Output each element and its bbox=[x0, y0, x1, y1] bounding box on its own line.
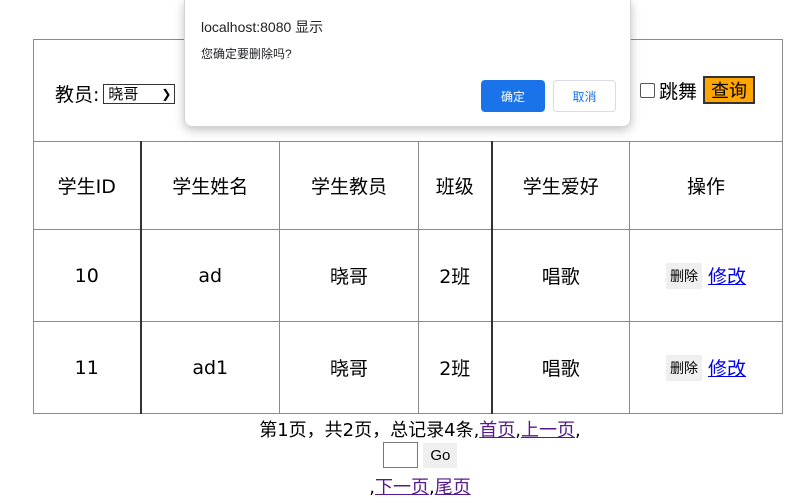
prev-page-link[interactable]: 上一页 bbox=[521, 420, 575, 441]
cell-class: 2班 bbox=[418, 321, 492, 414]
cell-actions: 删除 修改 bbox=[628, 229, 784, 322]
teacher-select-value: 晓哥 bbox=[108, 86, 139, 103]
dialog-title: localhost:8080 显示 bbox=[201, 19, 324, 35]
cell-teacher: 晓哥 bbox=[279, 229, 419, 322]
cell-name: ad bbox=[139, 229, 280, 322]
edit-link[interactable]: 修改 bbox=[708, 358, 746, 380]
header-student-name: 学生姓名 bbox=[139, 141, 280, 230]
cell-hobby: 唱歌 bbox=[490, 229, 630, 322]
dialog-message: 您确定要删除吗? bbox=[201, 47, 292, 61]
teacher-label: 教员: bbox=[55, 84, 100, 106]
chevron-down-icon: ❯ bbox=[161, 86, 172, 101]
page-summary: 第1页，共2页，总记录4条, bbox=[259, 420, 480, 441]
cell-teacher: 晓哥 bbox=[279, 321, 419, 414]
separator: , bbox=[575, 420, 581, 441]
table-row: 11 ad1 晓哥 2班 唱歌 删除 修改 bbox=[33, 321, 784, 414]
pagination-line-3: ,下一页,尾页 bbox=[0, 473, 798, 499]
dance-checkbox[interactable] bbox=[640, 82, 655, 98]
go-button[interactable]: Go bbox=[423, 442, 458, 468]
header-class: 班级 bbox=[418, 141, 492, 230]
pagination-line-1: 第1页，共2页，总记录4条,首页,上一页, bbox=[0, 416, 798, 442]
edit-link[interactable]: 修改 bbox=[708, 266, 746, 288]
header-actions: 操作 bbox=[628, 141, 784, 230]
delete-button[interactable]: 删除 bbox=[666, 354, 702, 381]
dialog-cancel-button[interactable]: 取消 bbox=[553, 80, 616, 112]
query-button[interactable]: 查询 bbox=[703, 76, 756, 104]
first-page-link[interactable]: 首页 bbox=[479, 420, 515, 441]
teacher-select[interactable]: 晓哥 ❯ bbox=[103, 83, 176, 104]
table-row: 10 ad 晓哥 2班 唱歌 删除 修改 bbox=[33, 229, 784, 322]
dance-label: 跳舞 bbox=[659, 80, 698, 103]
cell-actions: 删除 修改 bbox=[628, 321, 784, 414]
cell-id: 11 bbox=[33, 321, 141, 414]
delete-button[interactable]: 删除 bbox=[666, 262, 702, 289]
last-page-link[interactable]: 尾页 bbox=[435, 477, 471, 498]
cell-hobby: 唱歌 bbox=[490, 321, 630, 414]
cell-name: ad1 bbox=[139, 321, 280, 414]
pagination-line-2: Go bbox=[0, 442, 798, 468]
cell-id: 10 bbox=[33, 229, 141, 322]
header-student-teacher: 学生教员 bbox=[279, 141, 419, 230]
table-header-row: 学生ID 学生姓名 学生教员 班级 学生爱好 操作 bbox=[33, 141, 784, 230]
dialog-ok-button[interactable]: 确定 bbox=[481, 80, 545, 112]
header-student-id: 学生ID bbox=[33, 141, 141, 230]
header-hobby: 学生爱好 bbox=[490, 141, 630, 230]
page-number-input[interactable] bbox=[382, 442, 418, 468]
cell-class: 2班 bbox=[418, 229, 492, 322]
confirm-dialog: localhost:8080 显示 您确定要删除吗? 确定 取消 bbox=[184, 0, 631, 127]
next-page-link[interactable]: 下一页 bbox=[375, 477, 429, 498]
